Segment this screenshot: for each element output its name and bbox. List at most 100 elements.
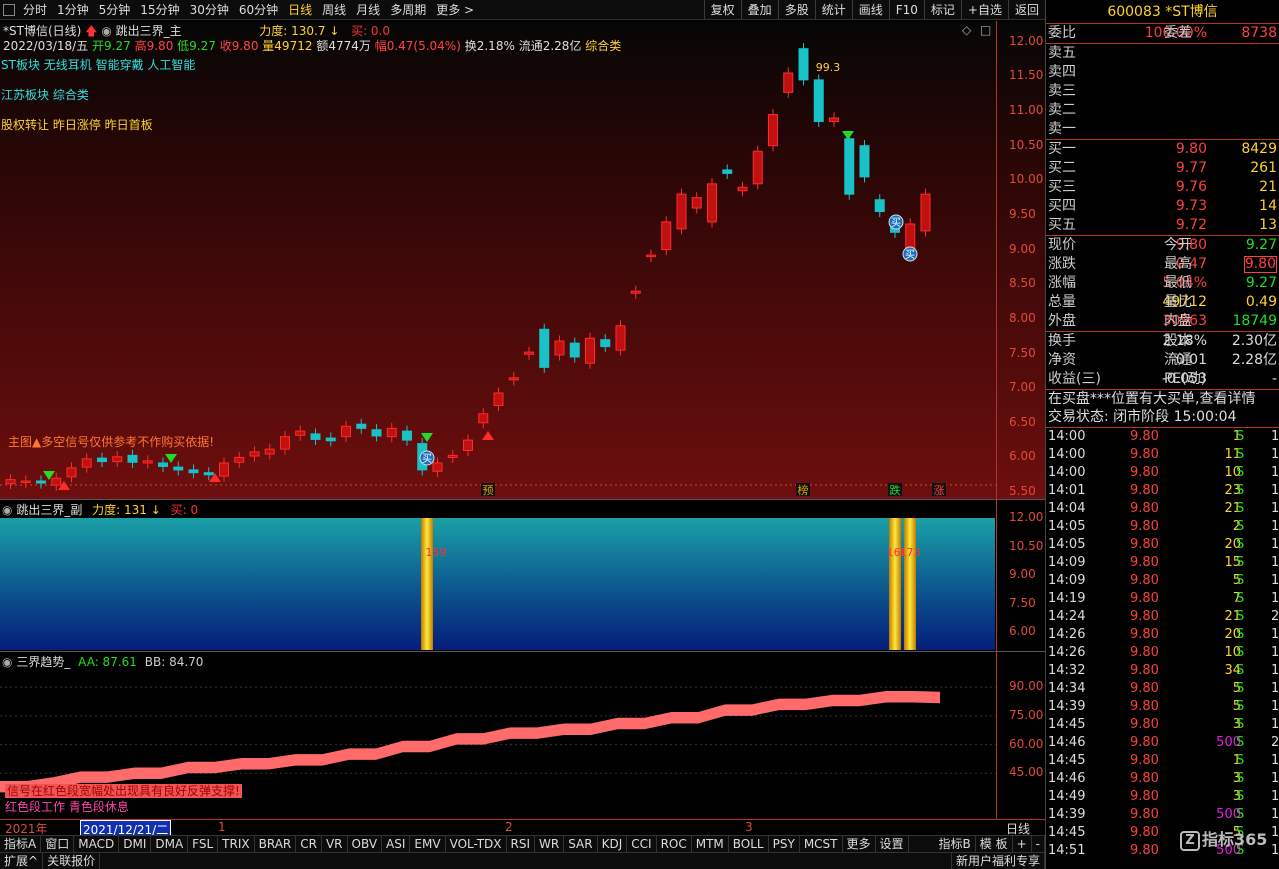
toolbar-button-5[interactable]: F10 [888,0,924,20]
period-tab-5[interactable]: 60分钟 [234,0,283,20]
indicator-tab-5[interactable]: FSL [188,836,219,852]
sub-indicator-panel[interactable]: ◉ 跳出三界_副 力度: 131 ↓ 买: 0 159 166 173 12.00 1… [0,499,1045,652]
indicator-tab-bar: 指标A 窗口 MACD DMI DMA FSL TRIX BRAR CR VR OBV ASI EMV V… [0,835,1045,852]
candlestick-chart[interactable]: 买买买99.3预榜跌涨 [0,21,996,499]
toolbar-button-2[interactable]: 多股 [777,0,815,20]
indicator-tab-25[interactable]: 设置 [876,836,909,852]
sub-y-axis: 12.00 10.50 9.00 7.50 6.00 [996,500,1045,652]
toolbar-button-8[interactable]: 返回 [1007,0,1045,20]
tick-price: 9.80 [1130,789,1159,804]
big-order-alert[interactable]: 在买盘***位置有大买单,查看详情 [1046,389,1279,408]
new-user-welfare-link[interactable]: 新用户福利专享 [950,853,1045,869]
period-tab-4[interactable]: 30分钟 [185,0,234,20]
period-tab-8[interactable]: 月线 [351,0,385,20]
info-close: 收9.80 [219,39,259,53]
tick-row: 14:05 9.80 20 S 1 [1046,536,1279,554]
buy-price: 9.77 [1175,160,1207,176]
indicator-tab-29[interactable]: - [1032,836,1045,852]
tick-price: 9.80 [1130,771,1159,786]
stock-code-title: 600083 *ST博信 [1046,0,1279,24]
sub-bar-chart: 159 166173 [421,518,921,650]
indicator-tab-0[interactable]: 指标A [0,836,42,852]
indicator-tab-1[interactable]: 窗口 [41,836,75,852]
candle-body [463,439,473,452]
indicator-tab-27[interactable]: 模 板 [976,836,1013,852]
candle-body [554,340,565,356]
tick-count: 1 [1271,573,1279,588]
main-chart-panel[interactable]: 买买买 99.3 预榜跌涨 *ST博信(日线) 🡅 ◉ 跳出三界_主 力度: 130… [0,21,1045,499]
indicator-tab-6[interactable]: TRIX [218,836,255,852]
tick-price: 9.80 [1130,807,1159,822]
buy-row: 买四 9.73 14 [1046,197,1279,216]
indicator-tab-3[interactable]: DMI [119,836,152,852]
indicator-tab-20[interactable]: MTM [692,836,729,852]
stat-value-2: 18749 [1232,313,1277,329]
tick-count: 1 [1271,681,1279,696]
collapse-icon[interactable]: ◉ [101,24,111,38]
diamond-icon[interactable]: ◇ [962,23,971,37]
period-tab-10[interactable]: 更多 > [431,0,479,20]
period-tab-9[interactable]: 多周期 [385,0,431,20]
toolbar-button-7[interactable]: +自选 [960,0,1008,20]
indicator-tab-19[interactable]: ROC [657,836,692,852]
tick-side: S [1236,573,1245,588]
fund-value-2: 2.30亿 [1231,333,1277,349]
indicator-tab-10[interactable]: OBV [348,836,383,852]
indicator-tab-15[interactable]: WR [535,836,565,852]
toolbar-button-4[interactable]: 画线 [851,0,889,20]
tick-time: 14:19 [1048,591,1086,606]
stat-value-2: 9.27 [1245,275,1277,291]
toolbar-button-3[interactable]: 统计 [814,0,852,20]
indicator-tab-12[interactable]: EMV [410,836,446,852]
trend-indicator-panel[interactable]: ◉ 三界趋势_ AA: 87.61 BB: 84.70 信号在红色段宽幅处出现具… [0,651,1045,820]
buy-label: 买四 [1048,198,1076,214]
collapse-icon[interactable]: ◉ [2,503,12,517]
indicator-tab-18[interactable]: CCI [627,836,657,852]
period-tab-3[interactable]: 15分钟 [135,0,184,20]
toolbar-button-1[interactable]: 叠加 [740,0,778,20]
indicator-tab-21[interactable]: BOLL [729,836,769,852]
linked-quote-button[interactable]: 关联报价 [43,853,101,869]
indicator-tab-24[interactable]: 更多 [843,836,876,852]
tick-count: 1 [1271,627,1279,642]
period-tab-6[interactable]: 日线 [283,0,317,20]
indicator-tab-13[interactable]: VOL-TDX [446,836,507,852]
indicator-tab-4[interactable]: DMA [151,836,189,852]
tick-count: 1 [1271,465,1279,480]
candle-body [752,150,763,185]
square-icon[interactable]: □ [980,23,991,37]
indicator-tab-7[interactable]: BRAR [255,836,297,852]
stat-value-2: 9.80 [1243,256,1277,273]
indicator-tab-22[interactable]: PSY [769,836,800,852]
indicator-tab-16[interactable]: SAR [564,836,598,852]
menu-square-icon[interactable] [3,3,15,16]
top-toolbar: 分时 1分钟 5分钟 15分钟 30分钟 60分钟 日线 周线 月线 多周期 更多 > 复权 叠加 多股… [0,0,1045,20]
period-tab-7[interactable]: 周线 [317,0,351,20]
y-tick-label: 5.50 [1009,484,1036,499]
indicator-tab-28[interactable]: + [1013,836,1032,852]
tick-list[interactable]: 14:00 9.80 1 S 1 14:00 9.80 11 S 1 14:00 9.80 10 S 1 14… [1046,427,1279,860]
y-tick-label: 7.00 [1009,380,1036,395]
indicator-tab-2[interactable]: MACD [74,836,120,852]
indicator-tab-14[interactable]: RSI [507,836,536,852]
expand-button[interactable]: 扩展^ [0,853,44,869]
period-tab-0[interactable]: 分时 [18,0,52,20]
fund-row: 收益(三) -0.053 PE(动) - [1046,370,1279,389]
fund-value-2: 2.28亿 [1231,352,1277,368]
indicator-tab-8[interactable]: CR [296,836,322,852]
candle-body [447,454,458,458]
toolbar-button-6[interactable]: 标记 [923,0,961,20]
indicator-tab-11[interactable]: ASI [382,836,411,852]
buy-label: 买: 0.0 [351,24,391,38]
y-tick-label: 8.00 [1009,310,1036,325]
period-tab-1[interactable]: 1分钟 [52,0,94,20]
indicator-tab-9[interactable]: VR [322,836,348,852]
sub-chart-area[interactable]: 159 166 173 [0,518,995,650]
indicator-tab-26[interactable]: 指标B [935,836,976,852]
trend-band [0,690,940,793]
indicator-tab-23[interactable]: MCST [800,836,843,852]
indicator-tab-17[interactable]: KDJ [598,836,628,852]
y-tick-label: 11.00 [1009,103,1044,118]
toolbar-button-0[interactable]: 复权 [703,0,741,20]
period-tab-2[interactable]: 5分钟 [94,0,136,20]
